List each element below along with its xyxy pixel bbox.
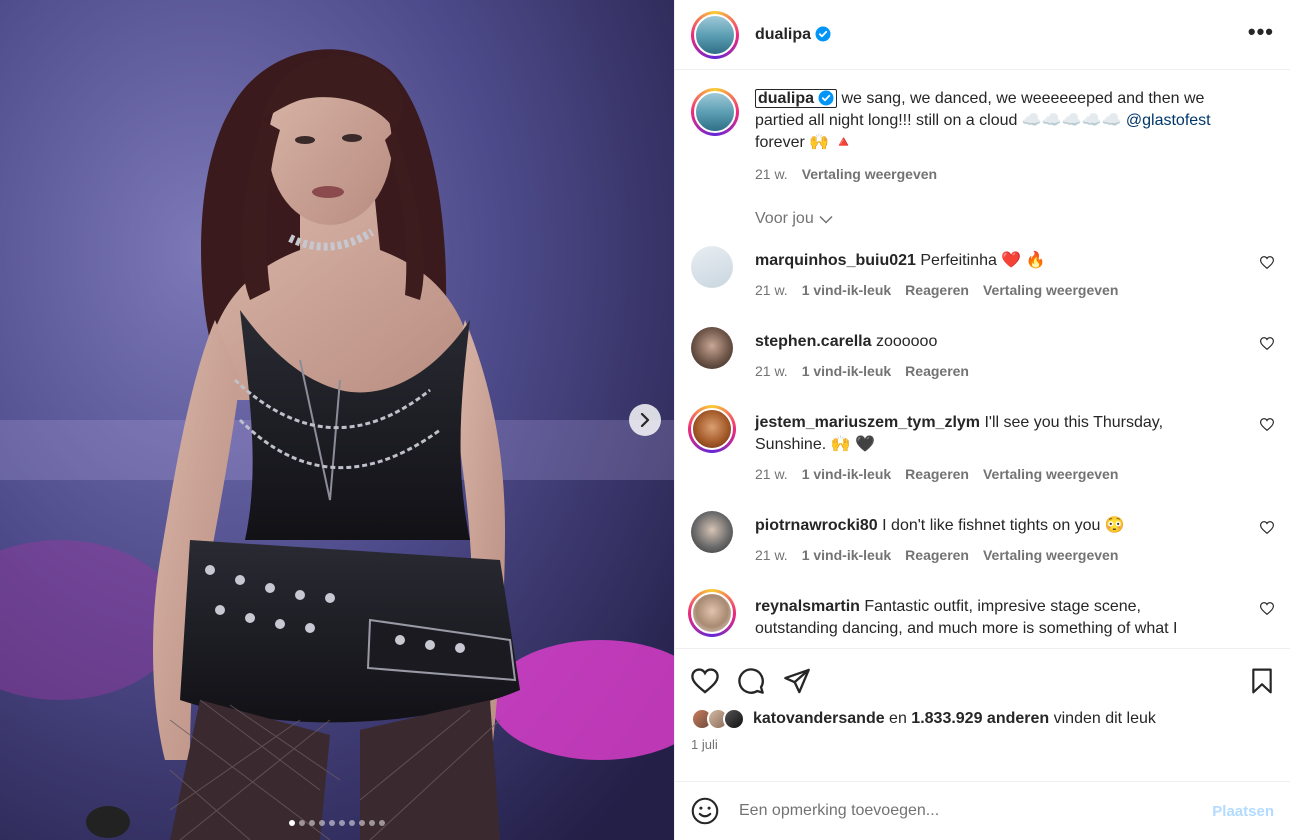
commenter-username[interactable]: piotrnawrocki80 [755, 517, 878, 534]
carousel-dot [339, 820, 345, 826]
carousel-dot [359, 820, 365, 826]
comment-time[interactable]: 21 w. [755, 547, 788, 563]
commenter-avatar[interactable] [688, 405, 736, 453]
post-actions: katovandersande en 1.833.929 anderen vin… [675, 648, 1290, 780]
reply-button[interactable]: Reageren [905, 466, 969, 482]
like-comment-heart-icon[interactable] [1260, 256, 1274, 269]
comment-item: piotrnawrocki80 I don't like fishnet tig… [691, 511, 1274, 563]
more-options-button[interactable]: ••• [1248, 21, 1274, 43]
commenter-avatar[interactable] [691, 246, 733, 288]
comment-time[interactable]: 21 w. [755, 363, 788, 379]
commenter-username[interactable]: stephen.carella [755, 333, 872, 350]
emoji-icon[interactable] [691, 797, 719, 825]
translate-link[interactable]: Vertaling weergeven [983, 282, 1118, 298]
author-username[interactable]: dualipa [755, 26, 831, 44]
comment-item: marquinhos_buiu021 Perfeitinha ❤️ 🔥 21 w… [691, 246, 1274, 298]
add-comment-bar: Een opmerking toevoegen... Plaatsen [675, 781, 1290, 840]
caption-text-after: forever 🙌 🔺 [755, 134, 854, 151]
like-comment-heart-icon[interactable] [1260, 337, 1274, 350]
reply-button[interactable]: Reageren [905, 547, 969, 563]
comment-icon[interactable] [737, 667, 765, 695]
for-you-label: Voor jou [755, 210, 814, 227]
carousel-dot [319, 820, 325, 826]
reply-button[interactable]: Reageren [905, 282, 969, 298]
comments-list[interactable]: dualipa we sang, we danced, we weeeeeepe… [675, 71, 1290, 648]
comment-likes-count[interactable]: 1 vind-ik-leuk [802, 363, 891, 379]
translate-link[interactable]: Vertaling weergeven [983, 547, 1118, 563]
comment-item: jestem_mariuszem_tym_zlym I'll see you t… [688, 405, 1274, 482]
carousel-dot [379, 820, 385, 826]
likes-summary: katovandersande en 1.833.929 anderen vin… [691, 708, 1274, 730]
post-photo [0, 0, 674, 840]
carousel-dot [329, 820, 335, 826]
like-comment-heart-icon[interactable] [1260, 521, 1274, 534]
liker-avatars [691, 708, 745, 730]
comment-text: zoooooo [875, 333, 938, 350]
commenter-avatar[interactable] [691, 327, 733, 369]
comment-text: Perfeitinha ❤️ 🔥 [920, 252, 1046, 269]
comment-input[interactable]: Een opmerking toevoegen... [739, 802, 1212, 820]
comment-sort-dropdown[interactable]: Voor jou [755, 210, 1274, 228]
next-slide-button[interactable] [629, 404, 661, 436]
comment-likes-count[interactable]: 1 vind-ik-leuk [802, 282, 891, 298]
like-comment-heart-icon[interactable] [1260, 418, 1274, 431]
likes-suffix: vinden dit leuk [1049, 710, 1156, 727]
commenter-username[interactable]: jestem_mariuszem_tym_zlym [755, 414, 980, 431]
carousel-dot [369, 820, 375, 826]
caption-time[interactable]: 21 w. [755, 166, 788, 182]
post-media[interactable] [0, 0, 674, 840]
like-comment-heart-icon[interactable] [1260, 602, 1274, 615]
caption-mention-link[interactable]: @glastofest [1126, 112, 1211, 129]
post-caption: dualipa we sang, we danced, we weeeeeepe… [691, 71, 1274, 182]
post-header: dualipa ••• [675, 0, 1290, 70]
author-avatar[interactable] [691, 10, 739, 59]
chevron-right-icon [640, 413, 650, 427]
comment-item: stephen.carella zoooooo 21 w. 1 vind-ik-… [691, 327, 1274, 379]
verified-badge-icon [815, 26, 831, 41]
comment-time[interactable]: 21 w. [755, 282, 788, 298]
commenter-username[interactable]: reynalsmartin [755, 598, 860, 615]
carousel-dot [309, 820, 315, 826]
caption-username[interactable]: dualipa [755, 89, 838, 108]
post-side-panel: dualipa ••• dualipa we sang, we danced, … [674, 0, 1290, 840]
chevron-down-icon [819, 215, 833, 224]
comment-likes-count[interactable]: 1 vind-ik-leuk [802, 466, 891, 482]
likes-count-link[interactable]: 1.833.929 anderen [911, 710, 1049, 727]
carousel-dot [349, 820, 355, 826]
comment-text: I don't like fishnet tights on you 😳 [882, 517, 1125, 534]
heart-icon[interactable] [691, 668, 719, 694]
translate-link[interactable]: Vertaling weergeven [983, 466, 1118, 482]
liker-username[interactable]: katovandersande [753, 710, 885, 727]
post-comment-button[interactable]: Plaatsen [1212, 803, 1274, 820]
reply-button[interactable]: Reageren [905, 363, 969, 379]
comment-item: reynalsmartin Fantastic outfit, impresiv… [688, 589, 1274, 640]
carousel-dot [299, 820, 305, 826]
verified-badge-icon [818, 90, 834, 106]
commenter-avatar[interactable] [688, 589, 736, 637]
carousel-dot [289, 820, 295, 826]
share-icon[interactable] [783, 668, 811, 694]
comment-time[interactable]: 21 w. [755, 466, 788, 482]
comment-likes-count[interactable]: 1 vind-ik-leuk [802, 547, 891, 563]
likes-connector: en [884, 710, 912, 727]
commenter-avatar[interactable] [691, 511, 733, 553]
caption-translate-link[interactable]: Vertaling weergeven [802, 166, 937, 182]
carousel-indicator [0, 820, 674, 826]
bookmark-icon[interactable] [1250, 668, 1274, 694]
caption-author-avatar[interactable] [691, 88, 739, 136]
commenter-username[interactable]: marquinhos_buiu021 [755, 252, 916, 269]
post-date[interactable]: 1 juli [691, 737, 1274, 752]
